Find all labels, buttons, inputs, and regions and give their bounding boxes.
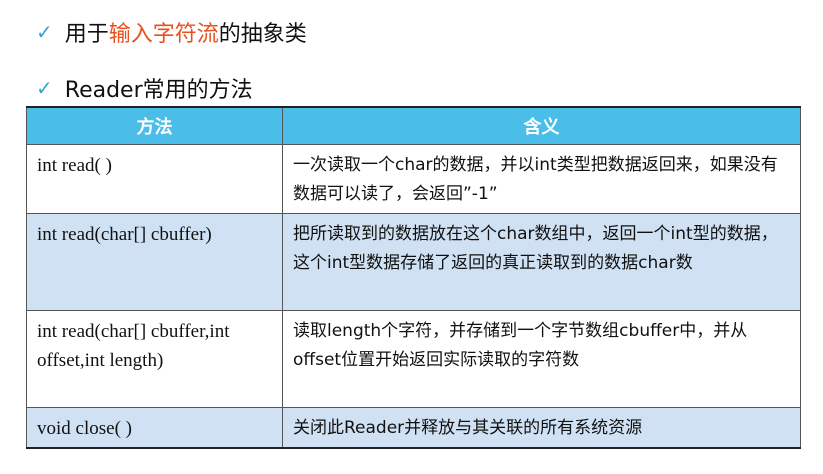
meaning-cell: 把所读取到的数据放在这个char数组中，返回一个int型的数据，这个int型数据… — [282, 213, 801, 311]
checkmark-icon: ✓ — [36, 20, 53, 44]
bullet-highlight: 输入字符流 — [108, 22, 219, 47]
meaning-cell: 一次读取一个char的数据，并以int类型把数据返回来，如果没有数据可以读了，会… — [282, 144, 801, 214]
method-cell: int read(char[] cbuffer) — [26, 213, 283, 311]
method-cell: int read(char[] cbuffer,int offset,int l… — [26, 310, 283, 408]
bullet-text: Reader常用的方法 — [64, 78, 253, 103]
bullet-suffix: 的抽象类 — [218, 22, 307, 47]
header-meaning: 含义 — [282, 107, 801, 145]
meaning-cell: 读取length个字符，并存储到一个字节数组cbuffer中，并从offset位… — [282, 310, 801, 408]
meaning-cell: 关闭此Reader并释放与其关联的所有系统资源 — [282, 407, 801, 449]
bullet-reader-methods: ✓ Reader常用的方法 — [36, 72, 253, 104]
table-row: int read( ) 一次读取一个char的数据，并以int类型把数据返回来，… — [26, 144, 801, 214]
method-cell: void close( ) — [26, 407, 283, 449]
table-row: int read(char[] cbuffer) 把所读取到的数据放在这个cha… — [26, 213, 801, 311]
method-cell: int read( ) — [26, 144, 283, 214]
header-method: 方法 — [26, 107, 283, 145]
table-header-row: 方法 含义 — [26, 107, 801, 145]
table-row: int read(char[] cbuffer,int offset,int l… — [26, 310, 801, 408]
checkmark-icon: ✓ — [36, 76, 53, 100]
table-row: void close( ) 关闭此Reader并释放与其关联的所有系统资源 — [26, 407, 801, 449]
methods-table: 方法 含义 int read( ) 一次读取一个char的数据，并以int类型把… — [26, 106, 801, 449]
bullet-prefix: 用于 — [64, 22, 109, 47]
bullet-abstract-class: ✓ 用于 输入字符流 的抽象类 — [36, 16, 307, 48]
